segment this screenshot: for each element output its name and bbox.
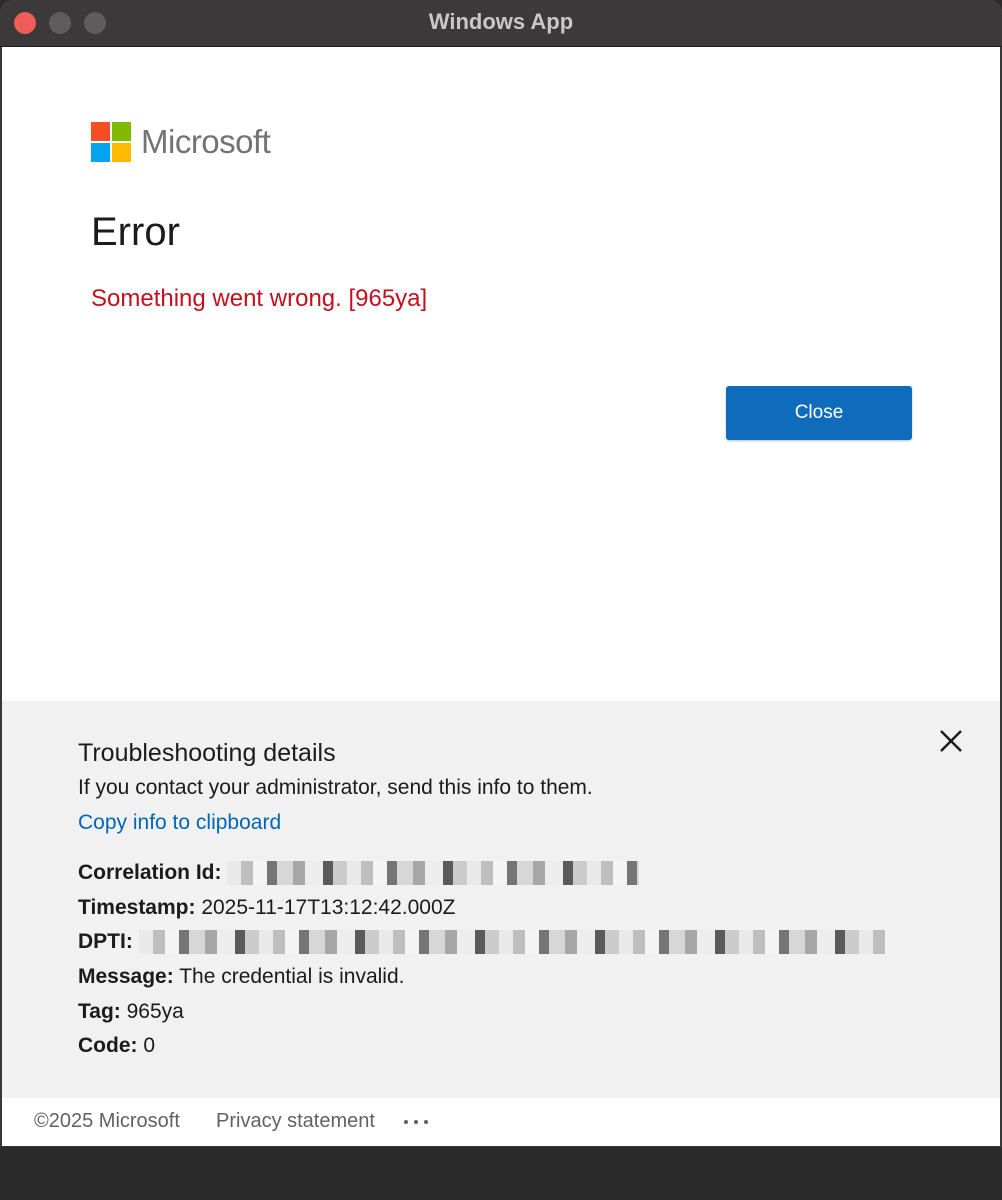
troubleshooting-panel: Troubleshooting details If you contact y…: [2, 701, 1000, 1098]
message-value: The credential is invalid.: [179, 965, 405, 988]
detail-correlation-id: Correlation Id:: [78, 861, 640, 886]
footer: ©2025 Microsoft Privacy statement: [2, 1098, 1000, 1146]
window-title: Windows App: [428, 9, 574, 34]
detail-code: Code: 0: [78, 1034, 155, 1058]
troubleshooting-subtitle: If you contact your administrator, send …: [78, 776, 593, 799]
redacted-dpti-value: [138, 930, 887, 955]
message-label: Message:: [78, 965, 174, 988]
detail-tag: Tag: 965ya: [78, 1000, 184, 1024]
microsoft-logo: Microsoft: [91, 122, 271, 162]
detail-message: Message: The credential is invalid.: [78, 965, 404, 989]
code-label: Code:: [78, 1034, 138, 1057]
tag-label: Tag:: [78, 1000, 121, 1023]
close-button[interactable]: Close: [726, 386, 912, 440]
close-details-icon[interactable]: [937, 727, 965, 755]
copy-info-link[interactable]: Copy info to clipboard: [78, 811, 281, 835]
redacted-correlation-value: [227, 861, 640, 886]
timestamp-value: 2025-11-17T13:12:42.000Z: [201, 896, 456, 919]
error-message: Something went wrong. [965ya]: [91, 285, 428, 312]
detail-timestamp: Timestamp: 2025-11-17T13:12:42.000Z: [78, 896, 455, 920]
app-window: Windows App Microsoft Error Something we…: [0, 0, 1002, 1200]
brand-name: Microsoft: [141, 123, 271, 160]
code-value: 0: [143, 1034, 156, 1057]
title-bar: Windows App: [0, 0, 1002, 47]
detail-dpti: DPTI:: [78, 930, 887, 955]
tag-value: 965ya: [126, 1000, 184, 1023]
correlation-id-label: Correlation Id:: [78, 861, 222, 884]
dialog-content: Microsoft Error Something went wrong. [9…: [2, 47, 1000, 1146]
privacy-statement-link[interactable]: Privacy statement: [216, 1110, 375, 1133]
troubleshooting-title: Troubleshooting details: [78, 739, 336, 767]
dpti-label: DPTI:: [78, 930, 133, 953]
copyright-text: ©2025 Microsoft: [34, 1110, 180, 1132]
more-options-icon[interactable]: [404, 1120, 428, 1124]
window-bottom-edge: [0, 1147, 1002, 1200]
error-heading: Error: [91, 210, 180, 254]
timestamp-label: Timestamp:: [78, 896, 196, 919]
microsoft-logo-icon: [91, 122, 131, 162]
